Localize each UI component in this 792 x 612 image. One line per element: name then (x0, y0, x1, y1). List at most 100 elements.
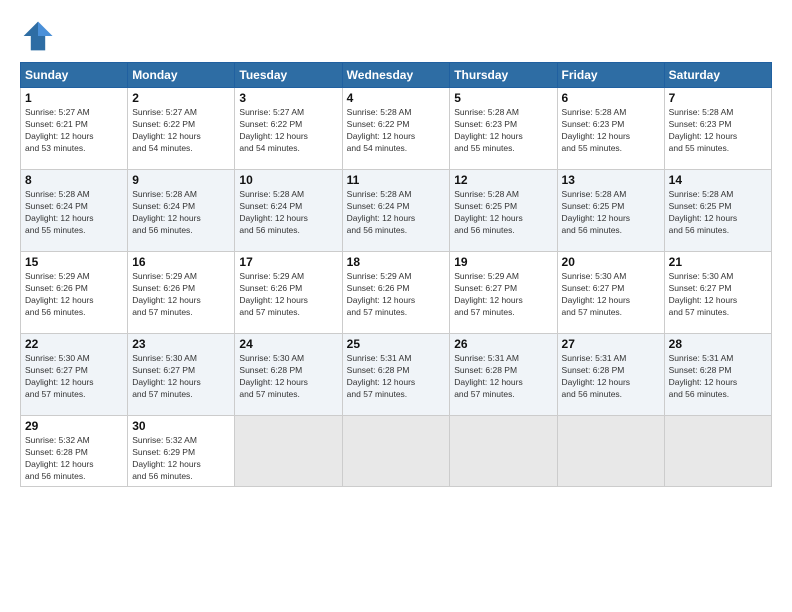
day-info: Sunrise: 5:30 AM Sunset: 6:27 PM Dayligh… (669, 271, 767, 319)
day-info: Sunrise: 5:29 AM Sunset: 6:27 PM Dayligh… (454, 271, 552, 319)
day-number: 30 (132, 419, 230, 433)
calendar-cell: 29 Sunrise: 5:32 AM Sunset: 6:28 PM Dayli… (21, 416, 128, 487)
day-info: Sunrise: 5:28 AM Sunset: 6:22 PM Dayligh… (347, 107, 446, 155)
calendar-cell: 6Sunrise: 5:28 AM Sunset: 6:23 PM Daylig… (557, 88, 664, 170)
day-number: 16 (132, 255, 230, 269)
day-number: 23 (132, 337, 230, 351)
day-number: 17 (239, 255, 337, 269)
calendar-cell (235, 416, 342, 487)
calendar: SundayMondayTuesdayWednesdayThursdayFrid… (20, 62, 772, 487)
page: SundayMondayTuesdayWednesdayThursdayFrid… (0, 0, 792, 612)
day-number: 8 (25, 173, 123, 187)
day-info: Sunrise: 5:28 AM Sunset: 6:23 PM Dayligh… (454, 107, 552, 155)
day-info: Sunrise: 5:28 AM Sunset: 6:24 PM Dayligh… (132, 189, 230, 237)
day-info: Sunrise: 5:28 AM Sunset: 6:25 PM Dayligh… (669, 189, 767, 237)
calendar-cell: 21 Sunrise: 5:30 AM Sunset: 6:27 PM Dayli… (664, 252, 771, 334)
calendar-cell (342, 416, 450, 487)
day-number: 26 (454, 337, 552, 351)
day-info: Sunrise: 5:30 AM Sunset: 6:27 PM Dayligh… (25, 353, 123, 401)
day-number: 10 (239, 173, 337, 187)
day-info: Sunrise: 5:30 AM Sunset: 6:27 PM Dayligh… (562, 271, 660, 319)
day-info: Sunrise: 5:31 AM Sunset: 6:28 PM Dayligh… (562, 353, 660, 401)
day-info: Sunrise: 5:31 AM Sunset: 6:28 PM Dayligh… (669, 353, 767, 401)
day-info: Sunrise: 5:28 AM Sunset: 6:25 PM Dayligh… (562, 189, 660, 237)
day-number: 5 (454, 91, 552, 105)
calendar-cell: 14 Sunrise: 5:28 AM Sunset: 6:25 PM Dayli… (664, 170, 771, 252)
calendar-cell (557, 416, 664, 487)
calendar-cell: 13 Sunrise: 5:28 AM Sunset: 6:25 PM Dayli… (557, 170, 664, 252)
calendar-cell: 30 Sunrise: 5:32 AM Sunset: 6:29 PM Dayli… (128, 416, 235, 487)
day-info: Sunrise: 5:29 AM Sunset: 6:26 PM Dayligh… (347, 271, 446, 319)
calendar-cell: 8Sunrise: 5:28 AM Sunset: 6:24 PM Daylig… (21, 170, 128, 252)
day-number: 7 (669, 91, 767, 105)
weekday-header-friday: Friday (557, 63, 664, 88)
weekday-header-tuesday: Tuesday (235, 63, 342, 88)
weekday-header-row: SundayMondayTuesdayWednesdayThursdayFrid… (21, 63, 772, 88)
calendar-cell: 5 Sunrise: 5:28 AM Sunset: 6:23 PM Daylig… (450, 88, 557, 170)
weekday-header-saturday: Saturday (664, 63, 771, 88)
calendar-cell: 26 Sunrise: 5:31 AM Sunset: 6:28 PM Dayli… (450, 334, 557, 416)
calendar-cell: 12 Sunrise: 5:28 AM Sunset: 6:25 PM Dayli… (450, 170, 557, 252)
calendar-cell: 4 Sunrise: 5:28 AM Sunset: 6:22 PM Daylig… (342, 88, 450, 170)
calendar-cell: 9 Sunrise: 5:28 AM Sunset: 6:24 PM Daylig… (128, 170, 235, 252)
day-number: 29 (25, 419, 123, 433)
calendar-cell: 16 Sunrise: 5:29 AM Sunset: 6:26 PM Dayli… (128, 252, 235, 334)
calendar-cell: 3 Sunrise: 5:27 AM Sunset: 6:22 PM Daylig… (235, 88, 342, 170)
day-info: Sunrise: 5:30 AM Sunset: 6:27 PM Dayligh… (132, 353, 230, 401)
logo (20, 18, 60, 54)
calendar-cell: 2 Sunrise: 5:27 AM Sunset: 6:22 PM Daylig… (128, 88, 235, 170)
day-info: Sunrise: 5:32 AM Sunset: 6:28 PM Dayligh… (25, 435, 123, 483)
weekday-header-monday: Monday (128, 63, 235, 88)
calendar-cell: 10 Sunrise: 5:28 AM Sunset: 6:24 PM Dayli… (235, 170, 342, 252)
calendar-cell: 1 Sunrise: 5:27 AM Sunset: 6:21 PM Daylig… (21, 88, 128, 170)
day-info: Sunrise: 5:28 AM Sunset: 6:23 PM Dayligh… (669, 107, 767, 155)
day-info: Sunrise: 5:28 AM Sunset: 6:24 PM Dayligh… (239, 189, 337, 237)
day-info: Sunrise: 5:29 AM Sunset: 6:26 PM Dayligh… (25, 271, 123, 319)
day-number: 14 (669, 173, 767, 187)
calendar-cell: 15 Sunrise: 5:29 AM Sunset: 6:26 PM Dayli… (21, 252, 128, 334)
day-number: 9 (132, 173, 230, 187)
calendar-cell: 27 Sunrise: 5:31 AM Sunset: 6:28 PM Dayli… (557, 334, 664, 416)
day-number: 15 (25, 255, 123, 269)
calendar-cell: 19 Sunrise: 5:29 AM Sunset: 6:27 PM Dayli… (450, 252, 557, 334)
day-info: Sunrise: 5:27 AM Sunset: 6:22 PM Dayligh… (132, 107, 230, 155)
day-number: 13 (562, 173, 660, 187)
day-info: Sunrise: 5:28 AM Sunset: 6:25 PM Dayligh… (454, 189, 552, 237)
calendar-cell: 22 Sunrise: 5:30 AM Sunset: 6:27 PM Dayli… (21, 334, 128, 416)
day-number: 22 (25, 337, 123, 351)
day-info: Sunrise: 5:31 AM Sunset: 6:28 PM Dayligh… (454, 353, 552, 401)
calendar-cell (450, 416, 557, 487)
calendar-cell: 28 Sunrise: 5:31 AM Sunset: 6:28 PM Dayli… (664, 334, 771, 416)
day-number: 24 (239, 337, 337, 351)
day-info: Sunrise: 5:29 AM Sunset: 6:26 PM Dayligh… (132, 271, 230, 319)
day-number: 2 (132, 91, 230, 105)
day-number: 18 (347, 255, 446, 269)
calendar-cell: 20 Sunrise: 5:30 AM Sunset: 6:27 PM Dayli… (557, 252, 664, 334)
calendar-cell: 7 Sunrise: 5:28 AM Sunset: 6:23 PM Daylig… (664, 88, 771, 170)
day-number: 12 (454, 173, 552, 187)
weekday-header-sunday: Sunday (21, 63, 128, 88)
day-info: Sunrise: 5:28 AM Sunset: 6:23 PM Dayligh… (562, 107, 660, 155)
day-info: Sunrise: 5:31 AM Sunset: 6:28 PM Dayligh… (347, 353, 446, 401)
weekday-header-wednesday: Wednesday (342, 63, 450, 88)
day-number: 28 (669, 337, 767, 351)
day-info: Sunrise: 5:32 AM Sunset: 6:29 PM Dayligh… (132, 435, 230, 483)
day-info: Sunrise: 5:29 AM Sunset: 6:26 PM Dayligh… (239, 271, 337, 319)
calendar-cell: 25 Sunrise: 5:31 AM Sunset: 6:28 PM Dayli… (342, 334, 450, 416)
day-info: Sunrise: 5:27 AM Sunset: 6:21 PM Dayligh… (25, 107, 123, 155)
calendar-cell: 11Sunrise: 5:28 AM Sunset: 6:24 PM Dayli… (342, 170, 450, 252)
day-number: 4 (347, 91, 446, 105)
day-number: 11 (347, 173, 446, 187)
calendar-cell: 23 Sunrise: 5:30 AM Sunset: 6:27 PM Dayli… (128, 334, 235, 416)
day-number: 27 (562, 337, 660, 351)
day-number: 1 (25, 91, 123, 105)
day-info: Sunrise: 5:30 AM Sunset: 6:28 PM Dayligh… (239, 353, 337, 401)
day-number: 3 (239, 91, 337, 105)
day-number: 25 (347, 337, 446, 351)
calendar-cell (664, 416, 771, 487)
day-number: 21 (669, 255, 767, 269)
day-number: 20 (562, 255, 660, 269)
day-number: 19 (454, 255, 552, 269)
day-info: Sunrise: 5:27 AM Sunset: 6:22 PM Dayligh… (239, 107, 337, 155)
calendar-cell: 17 Sunrise: 5:29 AM Sunset: 6:26 PM Dayli… (235, 252, 342, 334)
